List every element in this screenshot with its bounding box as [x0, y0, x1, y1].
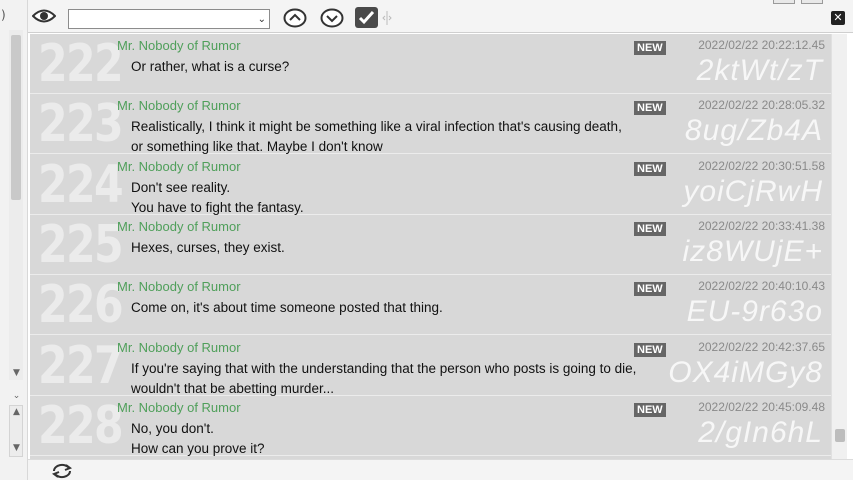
post-list-scrollbar[interactable]	[831, 34, 847, 459]
post-body-line: Hexes, curses, they exist.	[131, 239, 285, 255]
close-icon[interactable]: ✕	[831, 11, 845, 25]
filter-select[interactable]: ⌄	[68, 9, 270, 29]
post-number[interactable]: 228	[38, 398, 124, 454]
post-date: 2022/02/22 20:45:09.48	[698, 399, 825, 414]
window-control-left[interactable]	[773, 0, 795, 4]
post-id[interactable]: 2/gIn6hL	[698, 415, 823, 451]
outer-sidebar: ) ▼ ⌄ ▲ ▼	[0, 0, 28, 480]
toolbar: ⌄ ✕	[28, 0, 853, 33]
post-body-line: Or rather, what is a curse?	[131, 59, 290, 74]
post-id[interactable]: 8ug/Zb4A	[685, 113, 823, 149]
post-number[interactable]: 225	[38, 217, 124, 273]
scroll-down-arrow-icon-2[interactable]: ▼	[10, 442, 23, 455]
window-controls-fragment	[773, 0, 833, 4]
new-badge: NEW	[634, 101, 666, 116]
post-list-scrollbar-thumb[interactable]	[835, 429, 845, 442]
new-badge: NEW	[634, 402, 666, 417]
post-row[interactable]: 224 Mr. Nobody of Rumor NEW 2022/02/22 20:3…	[30, 154, 831, 218]
post-date: 2022/02/22 20:40:10.43	[698, 279, 825, 294]
new-badge: NEW	[634, 161, 666, 176]
post-body-line: How can you prove it?	[131, 440, 265, 456]
post-body-line: If you're saying that with the understan…	[131, 360, 637, 376]
post-author[interactable]: Mr. Nobody of Rumor	[117, 38, 241, 53]
post-id[interactable]: iz8WUjE+	[682, 234, 823, 270]
post-author[interactable]: Mr. Nobody of Rumor	[117, 219, 241, 234]
post-author[interactable]: Mr. Nobody of Rumor	[117, 400, 241, 415]
bottom-bar	[28, 459, 853, 480]
post-row[interactable]: 228 Mr. Nobody of Rumor NEW 2022/02/22 20:4…	[30, 395, 831, 459]
post-row[interactable]: 226 Mr. Nobody of Rumor NEW 2022/02/22 20:4…	[30, 275, 831, 336]
post-body-line: Don't see reality.	[131, 179, 231, 195]
post-number[interactable]: 222	[38, 36, 124, 92]
post-author[interactable]: Mr. Nobody of Rumor	[117, 340, 241, 355]
post-number[interactable]: 223	[38, 96, 124, 152]
gutter-paren: )	[1, 8, 6, 22]
post-list[interactable]: 222 Mr. Nobody of Rumor NEW 2022/02/22 20:2…	[30, 34, 831, 459]
post-body: Hexes, curses, they exist.	[131, 238, 285, 258]
chevron-down-circle-icon[interactable]	[320, 8, 344, 28]
reload-icon[interactable]	[50, 462, 74, 480]
post-id[interactable]: yoiCjRwH	[683, 174, 823, 210]
scroll-down-arrow-icon[interactable]: ▼	[10, 367, 23, 380]
new-badge: NEW	[634, 342, 666, 357]
splitter-handle-icon[interactable]	[382, 10, 392, 26]
post-row[interactable]: 222 Mr. Nobody of Rumor NEW 2022/02/22 20:2…	[30, 34, 831, 94]
mark-read-button[interactable]	[355, 7, 378, 28]
post-author[interactable]: Mr. Nobody of Rumor	[117, 159, 241, 174]
post-number[interactable]: 227	[38, 338, 124, 394]
post-body: Realistically, I think it might be somet…	[131, 117, 622, 157]
post-row[interactable]: 223 Mr. Nobody of Rumor NEW 2022/02/22 20:2…	[30, 94, 831, 157]
post-date: 2022/02/22 20:33:41.38	[698, 218, 825, 233]
chevron-down-icon[interactable]: ⌄	[10, 390, 23, 403]
post-body-line: Realistically, I think it might be somet…	[131, 119, 622, 135]
post-date: 2022/02/22 20:42:37.65	[698, 339, 825, 354]
window-control-right[interactable]	[801, 0, 823, 4]
scroll-up-arrow-icon[interactable]: ▲	[10, 406, 23, 419]
post-number[interactable]: 226	[38, 277, 124, 333]
new-badge: NEW	[634, 282, 666, 297]
post-body-line: Come on, it's about time someone posted …	[131, 300, 443, 316]
post-body-line: No, you don't.	[131, 420, 214, 436]
new-badge: NEW	[634, 41, 666, 55]
post-id[interactable]: EU-9r63o	[687, 294, 823, 330]
post-body: If you're saying that with the understan…	[131, 359, 636, 399]
post-body: No, you don't. How can you prove it?	[131, 419, 265, 459]
post-date: 2022/02/22 20:30:51.58	[698, 158, 825, 173]
post-author[interactable]: Mr. Nobody of Rumor	[117, 98, 241, 113]
chevron-up-circle-icon[interactable]	[283, 8, 307, 28]
checkmark-icon	[358, 10, 375, 25]
post-date: 2022/02/22 20:28:05.32	[698, 98, 825, 113]
post-author[interactable]: Mr. Nobody of Rumor	[117, 279, 241, 294]
chevron-down-icon: ⌄	[257, 14, 266, 25]
post-body: Come on, it's about time someone posted …	[131, 298, 443, 318]
post-id[interactable]: 2ktWt/zT	[697, 53, 823, 89]
lower-scrollbar-track[interactable]: ▲ ▼	[9, 405, 23, 457]
post-row[interactable]: 225 Mr. Nobody of Rumor NEW 2022/02/22 20:3…	[30, 214, 831, 275]
post-id[interactable]: OX4iMGy8	[668, 355, 823, 391]
new-badge: NEW	[634, 221, 666, 236]
post-body: Don't see reality. You have to fight the …	[131, 178, 304, 218]
outer-scrollbar-thumb[interactable]	[11, 35, 21, 200]
post-row[interactable]: 227 Mr. Nobody of Rumor NEW 2022/02/22 20:4…	[30, 335, 831, 399]
eye-icon[interactable]	[32, 8, 56, 24]
post-number[interactable]: 224	[38, 157, 124, 213]
post-date: 2022/02/22 20:22:12.45	[698, 38, 825, 52]
post-body: Or rather, what is a curse?	[131, 57, 289, 77]
